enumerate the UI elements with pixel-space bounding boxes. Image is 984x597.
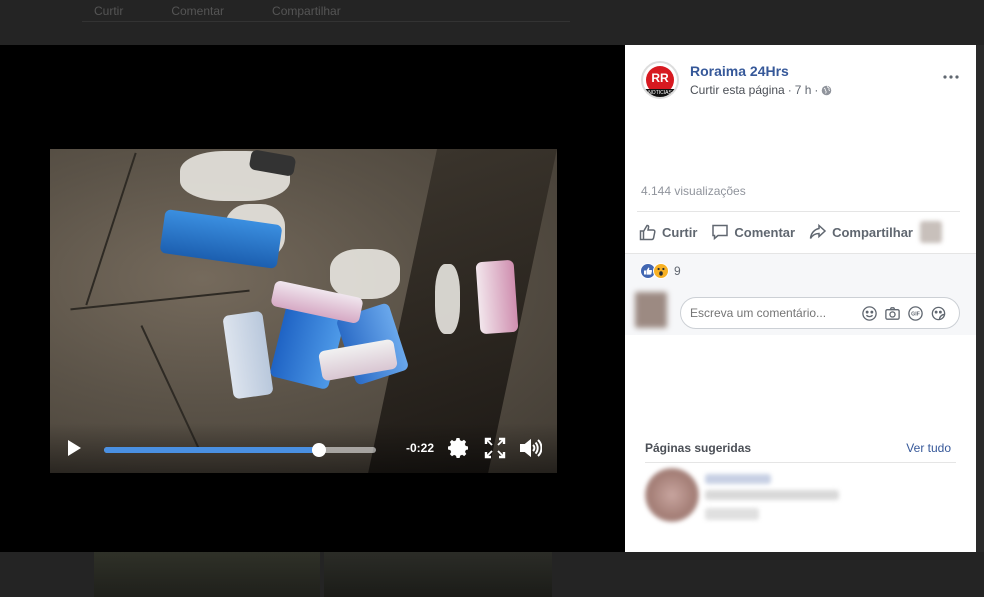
page-name-link[interactable]: Roraima 24Hrs bbox=[690, 63, 789, 79]
suggested-page-meta-blurred bbox=[705, 490, 839, 500]
share-button[interactable]: Compartilhar bbox=[809, 223, 913, 241]
settings-button[interactable] bbox=[447, 436, 471, 460]
post-side-panel: RR NOTICIAS Roraima 24Hrs Curtir esta pá… bbox=[625, 45, 976, 552]
gif-icon[interactable]: GIF bbox=[907, 305, 924, 322]
more-options-button[interactable] bbox=[941, 71, 961, 85]
seek-bar-handle[interactable] bbox=[311, 443, 326, 457]
comment-icon bbox=[712, 224, 729, 241]
play-icon bbox=[68, 440, 81, 456]
foam bbox=[435, 264, 460, 334]
divider bbox=[645, 462, 956, 463]
background-photo-right bbox=[324, 552, 552, 597]
user-avatar bbox=[635, 292, 667, 328]
fullscreen-button[interactable] bbox=[483, 436, 507, 460]
more-icon bbox=[943, 75, 959, 79]
comment-tools: GIF bbox=[861, 305, 947, 322]
fullscreen-icon bbox=[484, 437, 506, 459]
emoji-icon[interactable] bbox=[861, 305, 878, 322]
suggested-page-avatar bbox=[645, 468, 699, 522]
camera-icon[interactable] bbox=[884, 305, 901, 322]
foam bbox=[330, 249, 400, 299]
pink-tube bbox=[475, 259, 519, 335]
page-logo-band: NOTICIAS bbox=[643, 89, 677, 97]
like-button[interactable]: Curtir bbox=[639, 223, 697, 241]
background-share-label: Compartilhar bbox=[272, 3, 341, 18]
see-all-link[interactable]: Ver tudo bbox=[906, 441, 951, 455]
view-count: 4.144 visualizações bbox=[641, 184, 746, 198]
white-tube bbox=[222, 310, 274, 400]
thumbs-up-icon bbox=[639, 224, 656, 241]
floor-crack bbox=[85, 152, 137, 306]
video-stage: -0:22 bbox=[0, 45, 625, 552]
background-photo-left bbox=[94, 552, 320, 597]
share-icon bbox=[809, 223, 827, 239]
subtitle-separator: · bbox=[787, 83, 792, 97]
volume-button[interactable] bbox=[518, 436, 543, 460]
page-avatar[interactable]: RR NOTICIAS bbox=[641, 61, 679, 99]
suggested-pages-title: Páginas sugeridas bbox=[645, 441, 752, 455]
sticker-icon[interactable] bbox=[930, 305, 947, 322]
background-comment-label: Comentar bbox=[171, 3, 225, 18]
post-header: RR NOTICIAS Roraima 24Hrs Curtir esta pá… bbox=[641, 61, 961, 101]
suggested-page-button-blurred bbox=[705, 508, 759, 520]
play-button[interactable] bbox=[66, 439, 82, 457]
background-action-bar: Curtir Comentar Compartilhar bbox=[82, 0, 570, 22]
svg-text:GIF: GIF bbox=[911, 312, 920, 318]
like-label: Curtir bbox=[662, 224, 698, 240]
wow-reaction-icon bbox=[653, 263, 669, 279]
like-page-link[interactable]: Curtir esta página bbox=[690, 83, 785, 97]
volume-icon bbox=[520, 438, 543, 458]
seek-bar[interactable] bbox=[104, 443, 376, 457]
gear-icon bbox=[448, 438, 468, 458]
post-subtitle: Curtir esta página · 7 h · bbox=[690, 83, 832, 97]
comment-button[interactable]: Comentar bbox=[711, 223, 795, 241]
divider bbox=[625, 253, 976, 254]
floor-crack bbox=[70, 289, 250, 311]
video-player[interactable]: -0:22 bbox=[50, 149, 557, 473]
suggested-page-item[interactable] bbox=[645, 468, 955, 528]
reactions-and-comments: 9 GIF bbox=[625, 253, 976, 335]
globe-icon[interactable] bbox=[821, 85, 832, 96]
comment-label: Comentar bbox=[734, 224, 796, 240]
subtitle-separator: · bbox=[814, 83, 819, 97]
share-label: Compartilhar bbox=[832, 224, 913, 240]
suggested-page-name-blurred bbox=[705, 474, 771, 484]
reaction-summary[interactable]: 9 bbox=[640, 263, 681, 279]
background-like-label: Curtir bbox=[94, 3, 124, 18]
seek-bar-progress bbox=[104, 447, 319, 453]
reaction-count: 9 bbox=[674, 264, 681, 278]
divider bbox=[637, 211, 960, 212]
share-as-avatar[interactable] bbox=[920, 221, 942, 243]
time-remaining: -0:22 bbox=[406, 441, 435, 455]
video-controls: -0:22 bbox=[50, 423, 557, 473]
post-time[interactable]: 7 h bbox=[795, 83, 812, 97]
post-actions: Curtir Comentar Compartilhar bbox=[639, 221, 927, 243]
